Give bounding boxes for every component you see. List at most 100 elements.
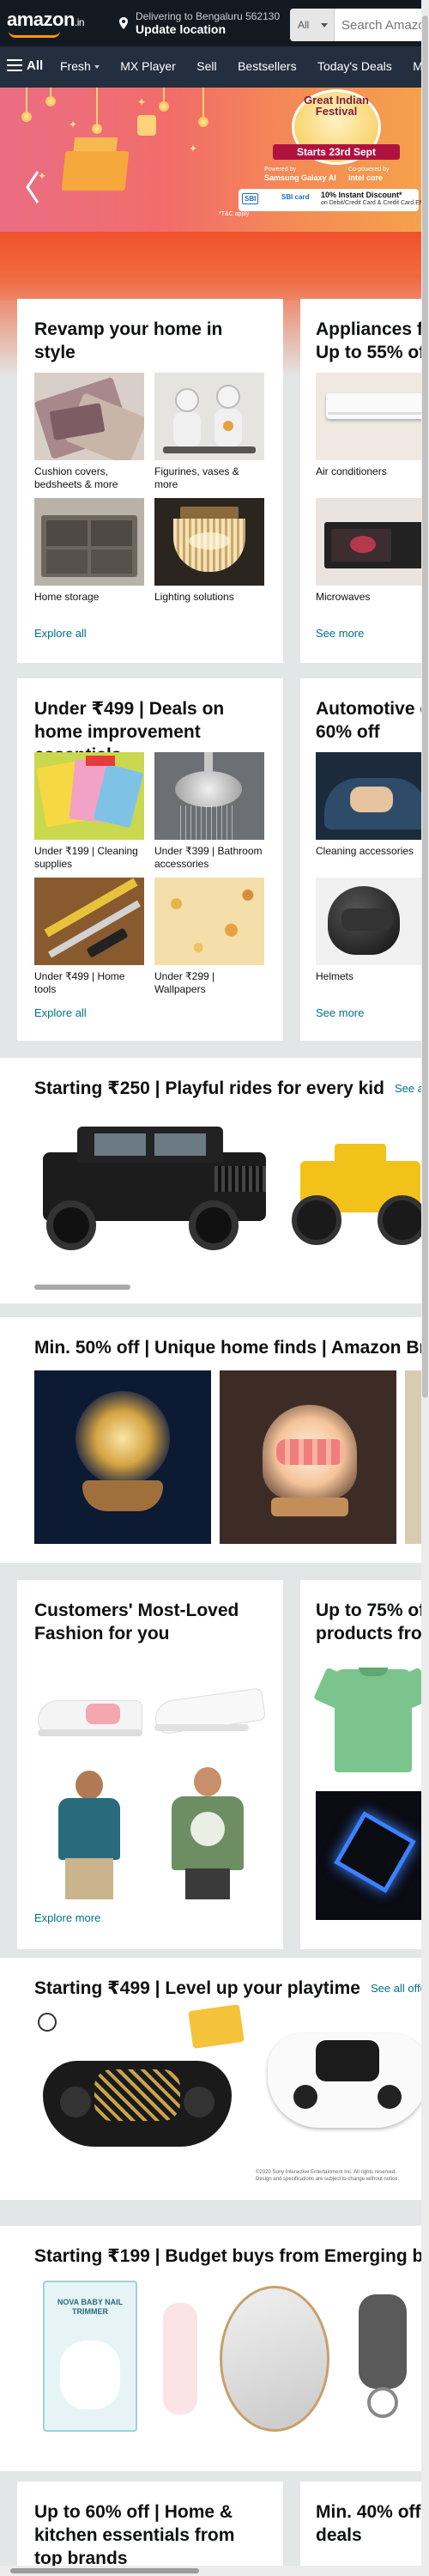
card-title: Automotive essentials | Up to 60% off xyxy=(316,699,421,742)
figurine-image xyxy=(154,373,264,460)
tulip-lamp-image[interactable] xyxy=(220,1370,396,1544)
sbi-logo: SBI xyxy=(242,193,259,204)
festival-title: Great Indian Festival xyxy=(304,94,369,118)
page-vertical-scroll-thumb[interactable] xyxy=(422,15,428,1398)
man-polo-image[interactable] xyxy=(34,1771,146,1899)
woman-tee-image[interactable] xyxy=(151,1767,263,1899)
gift-box-image xyxy=(137,115,156,136)
card-title: Up to 75% off | Top rated products from … xyxy=(316,1601,421,1643)
crystal-ball-lamp-image[interactable] xyxy=(34,1370,211,1544)
festival-date: Starts 23rd Sept xyxy=(273,144,400,160)
carousel-playful-rides: Starting ₹250 | Playful rides for every … xyxy=(0,1058,421,1303)
nav-item-sell[interactable]: Sell xyxy=(196,59,216,73)
carousel-scrollbar[interactable] xyxy=(34,1285,130,1290)
tile-cleaning-supplies[interactable]: Under ₹199 | Cleaning supplies xyxy=(34,752,144,871)
tile-air-conditioners[interactable]: Air conditioners xyxy=(316,373,421,478)
tile-caption: Air conditioners xyxy=(316,465,387,477)
tile-bathroom-accessories[interactable]: Under ₹399 | Bathroom accessories xyxy=(154,752,264,871)
nav-item-mx-player[interactable]: MX Player xyxy=(120,59,176,73)
tools-image xyxy=(34,878,144,965)
nav-items: Fresh MX Player Sell Bestsellers Today's… xyxy=(60,59,429,75)
nav-all-menu[interactable]: All xyxy=(7,58,43,73)
explore-all-link[interactable]: Explore all xyxy=(34,627,87,640)
tile-wallpapers[interactable]: Under ₹299 | Wallpapers xyxy=(154,878,264,996)
chevron-down-icon xyxy=(94,65,100,69)
sponsor2-name: intel core xyxy=(348,173,384,182)
wallpaper-image xyxy=(154,878,264,965)
tile-caption: Microwaves xyxy=(316,591,371,603)
chevron-down-icon xyxy=(321,23,328,27)
lantern-decoration xyxy=(92,88,102,134)
logo-text: amazon xyxy=(7,9,75,30)
see-all-offers-link[interactable]: See all offers xyxy=(395,1082,421,1095)
tile-home-tools[interactable]: Under ₹499 | Home tools xyxy=(34,878,144,996)
lantern-decoration xyxy=(159,88,169,112)
nav-item-label: Fresh xyxy=(60,59,91,73)
search-bar: All xyxy=(290,9,429,41)
ps5-controller-image[interactable] xyxy=(268,2013,421,2167)
offer-line1: 10% Instant Discount* xyxy=(321,191,402,199)
tile-cushion-covers[interactable]: Cushion covers, bedsheets & more xyxy=(34,373,144,491)
page-horizontal-scroll-thumb[interactable] xyxy=(10,2568,199,2573)
explore-all-link[interactable]: Explore all xyxy=(34,1006,87,1019)
gift-box-image xyxy=(61,151,130,191)
tile-caption: Cleaning accessories xyxy=(316,845,414,857)
nav-item-bestsellers[interactable]: Bestsellers xyxy=(238,59,296,73)
ride-on-jeep-image[interactable] xyxy=(34,1118,275,1264)
oval-mirror-image[interactable] xyxy=(220,2286,329,2432)
neon-light-image[interactable] xyxy=(316,1791,421,1920)
home-finds-image[interactable] xyxy=(405,1370,421,1544)
search-input[interactable] xyxy=(341,9,427,41)
tile-microwaves[interactable]: Microwaves xyxy=(316,498,421,604)
bank-offer: SBI SBI card 10% Instant Discount* on De… xyxy=(239,189,426,211)
car-key-cover-image[interactable] xyxy=(347,2286,421,2432)
card-title: Starting ₹199 | Budget buys from Emergin… xyxy=(34,2246,421,2266)
see-all-offers-link[interactable]: See all offers xyxy=(371,1982,421,1995)
explore-more-link[interactable]: Explore more xyxy=(34,1911,100,1924)
location-pin-icon xyxy=(119,17,128,29)
nav-item-fresh[interactable]: Fresh xyxy=(60,59,100,73)
lantern-decoration xyxy=(21,88,32,122)
amazon-logo[interactable]: amazon.in xyxy=(7,9,85,31)
gamepad-image[interactable] xyxy=(43,2052,232,2172)
tile-caption: Cushion covers, bedsheets & more xyxy=(34,465,118,490)
chevron-left-icon[interactable] xyxy=(24,170,41,204)
brand-logo-icon xyxy=(38,2013,57,2032)
carousel-budget-buys: Starting ₹199 | Budget buys from Emergin… xyxy=(0,2226,421,2471)
car-cleaning-image xyxy=(316,752,421,840)
tile-figurines[interactable]: Figurines, vases & more xyxy=(154,373,264,491)
green-tshirt-image[interactable] xyxy=(313,1652,421,1781)
hamburger-icon xyxy=(7,59,22,71)
see-more-link[interactable]: See more xyxy=(316,1006,364,1019)
white-sneaker-image[interactable] xyxy=(151,1666,268,1760)
top-header: amazon.in Delivering to Bengaluru 562130… xyxy=(0,0,429,46)
ac-image xyxy=(316,373,421,460)
nail-trimmer-image[interactable]: NOVA BABY NAIL TRIMMER xyxy=(34,2281,146,2444)
ride-on-truck-image[interactable] xyxy=(283,1144,421,1264)
trimmer-device-image[interactable] xyxy=(154,2303,214,2423)
card-title: Customers' Most-Loved Fashion for you xyxy=(34,1601,239,1643)
card-kitchen-deals: Min. 40% off | Fab kitchen deals xyxy=(300,2482,421,2566)
tile-lighting[interactable]: Lighting solutions xyxy=(154,498,264,604)
nav-item-todays-deals[interactable]: Today's Deals xyxy=(317,59,392,73)
tile-caption: Under ₹499 | Home tools xyxy=(34,970,125,995)
nav-all-label: All xyxy=(27,58,44,73)
search-category-select[interactable]: All xyxy=(290,9,335,41)
lantern-decoration xyxy=(45,88,56,106)
tile-caption: Home storage xyxy=(34,591,100,603)
offer-line2: on Debit/Credit Card & Credit Card EMI xyxy=(321,200,426,206)
nav-item-label: MX Player xyxy=(120,59,176,73)
game-sticker-image xyxy=(188,2004,245,2049)
helmet-image xyxy=(316,878,421,965)
tile-caption: Under ₹399 | Bathroom accessories xyxy=(154,845,263,870)
search-category-value: All xyxy=(298,19,310,31)
tile-caption: Figurines, vases & more xyxy=(154,465,239,490)
tile-caption: Lighting solutions xyxy=(154,591,234,603)
tile-cleaning-accessories[interactable]: Cleaning accessories xyxy=(316,752,421,858)
cleaning-supplies-image xyxy=(34,752,144,840)
see-more-link[interactable]: See more xyxy=(316,627,364,640)
tile-home-storage[interactable]: Home storage xyxy=(34,498,144,604)
pink-sneaker-image[interactable] xyxy=(34,1666,146,1760)
sponsor2-caption: Co-powered by xyxy=(348,167,390,173)
tile-helmets[interactable]: Helmets xyxy=(316,878,421,983)
